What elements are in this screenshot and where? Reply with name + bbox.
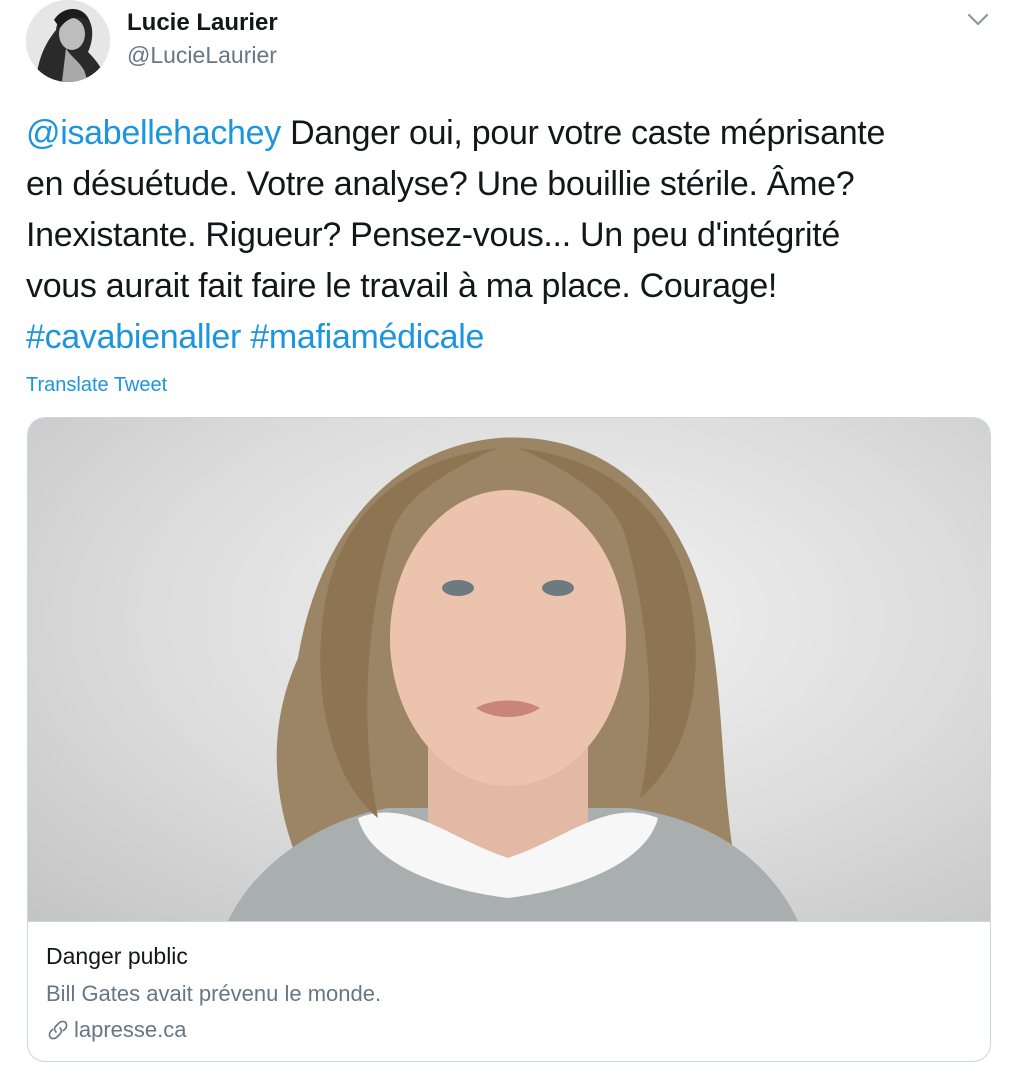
card-title: Danger public xyxy=(46,943,188,969)
portrait-image xyxy=(228,437,798,921)
translate-tweet-link[interactable]: Translate Tweet xyxy=(26,372,167,398)
hashtag-line: #cavabienaller #mafiamédicale xyxy=(26,312,1006,363)
card-domain: lapresse.ca xyxy=(46,1015,187,1045)
tweet-line: @isabellehachey Danger oui, pour votre c… xyxy=(26,108,1006,159)
tweet-line: en désuétude. Votre analyse? Une bouilli… xyxy=(26,165,855,203)
card-domain-text: lapresse.ca xyxy=(74,1017,187,1042)
avatar[interactable] xyxy=(26,0,110,82)
hashtag-link[interactable]: #cavabienaller xyxy=(26,318,241,356)
tweet-text: @isabellehachey Danger oui, pour votre c… xyxy=(26,108,1006,363)
link-icon xyxy=(48,1020,68,1040)
hashtag-link[interactable]: #mafiamédicale xyxy=(250,318,484,356)
chevron-down-icon xyxy=(967,13,989,26)
tweet-line: Inexistante. Rigueur? Pensez-vous... Un … xyxy=(26,216,841,254)
tweet-line-text: Danger oui, pour votre caste méprisante xyxy=(280,114,886,152)
more-options-button[interactable] xyxy=(960,6,996,34)
card-description: Bill Gates avait prévenu le monde. xyxy=(46,981,382,1006)
tweet-line: vous aurait fait faire le travail à ma p… xyxy=(26,267,778,305)
card-image xyxy=(28,418,990,922)
mention-link[interactable]: @isabellehachey xyxy=(26,114,281,152)
author-name[interactable]: Lucie Laurier xyxy=(127,8,278,38)
link-card[interactable]: Danger public Bill Gates avait prévenu l… xyxy=(27,417,991,1062)
user-avatar-icon xyxy=(26,0,110,82)
author-handle[interactable]: @LucieLaurier xyxy=(127,40,277,70)
